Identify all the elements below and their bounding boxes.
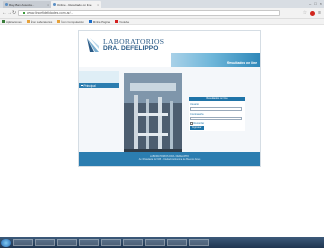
folder-icon bbox=[57, 20, 61, 23]
login-button[interactable]: Ingresar bbox=[190, 126, 204, 130]
password-label: Contraseña bbox=[190, 112, 204, 116]
address-text: www.lincefidelidades.com.ar/... bbox=[27, 11, 74, 15]
header-banner: Resultados on line bbox=[171, 53, 260, 67]
address-bar[interactable]: www.lincefidelidades.com.ar/... bbox=[18, 10, 280, 16]
tab-label: Online - Resultado on line bbox=[57, 2, 92, 7]
bookmark-apps[interactable]: Aplicaciones bbox=[2, 20, 22, 24]
folder-icon bbox=[26, 20, 30, 23]
browser-tab-2[interactable]: Online - Resultado on line × bbox=[51, 1, 101, 8]
brand-line-1: LABORATORIOS bbox=[103, 37, 165, 46]
browser-tabstrip: Ray-Ban Associa... × Online - Resultado … bbox=[0, 0, 324, 8]
taskbar-app[interactable] bbox=[145, 239, 165, 246]
apps-icon bbox=[2, 20, 5, 23]
sidebar-item-principal[interactable]: Principal bbox=[79, 83, 119, 88]
extension-icon[interactable] bbox=[310, 10, 316, 16]
window-controls: – □ × bbox=[309, 1, 322, 6]
browser-toolbar: ← → ↻ www.lincefidelidades.com.ar/... ☆ … bbox=[0, 8, 324, 19]
remember-checkbox[interactable] bbox=[190, 122, 193, 125]
reload-icon[interactable]: ↻ bbox=[12, 10, 16, 16]
taskbar-app[interactable] bbox=[35, 239, 55, 246]
username-input[interactable] bbox=[190, 107, 242, 111]
username-label: Usuario bbox=[190, 103, 199, 106]
close-window-icon[interactable]: × bbox=[320, 1, 322, 6]
lab-photo bbox=[124, 73, 182, 161]
taskbar-app[interactable] bbox=[79, 239, 99, 246]
taskbar-app[interactable] bbox=[101, 239, 121, 246]
bookmark-minha-pagina[interactable]: Minha Página bbox=[88, 20, 110, 24]
close-tab-icon[interactable]: × bbox=[97, 3, 99, 7]
taskbar-app[interactable] bbox=[123, 239, 143, 246]
site-header: LABORATORIOS DRA. DEFELIPPO Resultados o… bbox=[79, 31, 260, 67]
bookmark-youtube[interactable]: Youtube bbox=[114, 20, 129, 24]
password-input[interactable] bbox=[190, 116, 242, 120]
lab-website: LABORATORIOS DRA. DEFELIPPO Resultados o… bbox=[78, 30, 261, 167]
page-info-icon[interactable] bbox=[23, 12, 25, 14]
minimize-icon[interactable]: – bbox=[309, 1, 311, 6]
browser-menu-icon[interactable]: ≡ bbox=[318, 10, 321, 16]
taskbar-app[interactable] bbox=[167, 239, 187, 246]
page-icon bbox=[88, 20, 92, 23]
remember-row: Recordar bbox=[190, 122, 245, 125]
browser-tab-1[interactable]: Ray-Ban Associa... × bbox=[3, 1, 51, 8]
youtube-icon bbox=[114, 20, 118, 23]
tab-favicon-icon bbox=[5, 3, 8, 6]
login-box: Resultados on line Usuario Contraseña Re… bbox=[189, 97, 245, 131]
tab-label: Ray-Ban Associa... bbox=[9, 2, 35, 7]
tab-favicon-icon bbox=[53, 3, 56, 6]
sidebar-header bbox=[79, 71, 119, 83]
lab-logo-icon bbox=[87, 38, 99, 52]
taskbar-app[interactable] bbox=[189, 239, 209, 246]
maximize-icon[interactable]: □ bbox=[314, 1, 316, 6]
header-tagline: Resultados on line bbox=[226, 61, 257, 65]
footer-line-2: Av. Rivadavia 12.345 - Ciudad Autónoma d… bbox=[138, 158, 201, 162]
remember-label: Recordar bbox=[193, 122, 205, 125]
bullet-icon bbox=[81, 84, 83, 87]
start-button[interactable] bbox=[1, 238, 11, 247]
site-footer: LABORATORIOS DRA. DEFELIPPO Av. Rivadavi… bbox=[79, 152, 260, 166]
brand-line-2: DRA. DEFELIPPO bbox=[103, 45, 159, 52]
sidebar-item-label: Principal bbox=[83, 83, 96, 88]
taskbar-app[interactable] bbox=[13, 239, 33, 246]
bookmark-star-icon[interactable]: ☆ bbox=[303, 10, 307, 16]
lab-equipment-image bbox=[124, 73, 182, 161]
close-tab-icon[interactable]: × bbox=[47, 3, 49, 7]
taskbar-app[interactable] bbox=[57, 239, 77, 246]
bookmark-computacion[interactable]: Ícon Computación bbox=[57, 20, 84, 24]
login-title: Resultados on line bbox=[189, 97, 245, 101]
os-taskbar bbox=[0, 237, 324, 248]
bookmarks-bar: Aplicaciones Ícon Laboratorios Ícon Comp… bbox=[0, 19, 324, 25]
bookmark-laboratorios[interactable]: Ícon Laboratorios bbox=[26, 20, 52, 24]
